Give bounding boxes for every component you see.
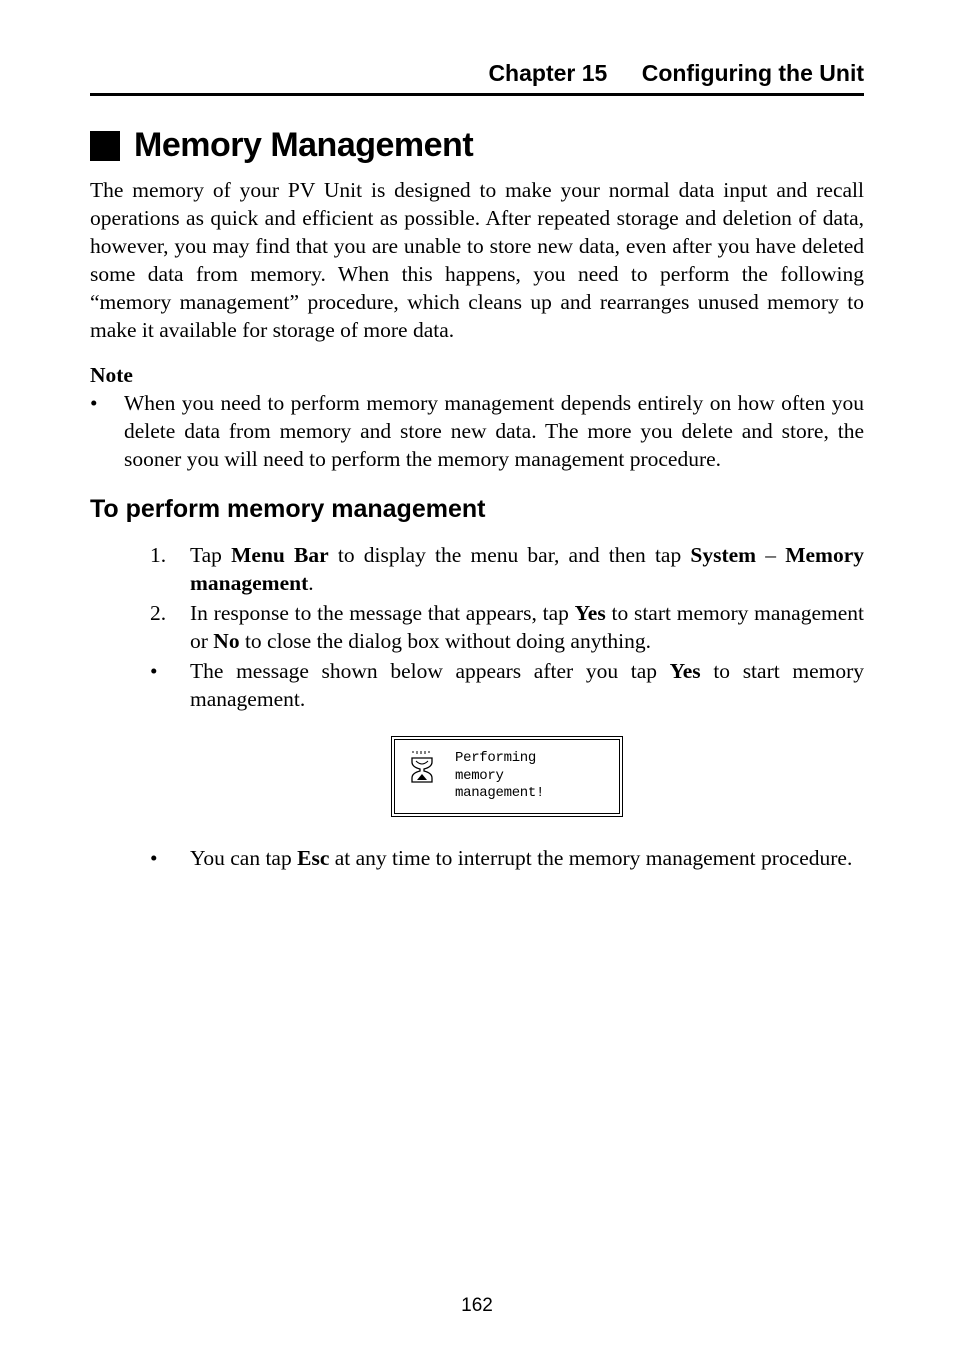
note-list: • When you need to perform memory manage… — [90, 390, 864, 474]
bullet-content: You can tap Esc at any time to interrupt… — [190, 845, 864, 873]
dialog-line-2: memory — [455, 768, 544, 786]
bullet-icon: • — [150, 658, 190, 714]
chapter-number: Chapter 15 — [488, 60, 607, 86]
steps-wrapper: 1. Tap Menu Bar to display the menu bar,… — [90, 542, 864, 872]
page-number: 162 — [0, 1295, 954, 1317]
step-number: 2. — [150, 600, 190, 656]
note-label: Note — [90, 363, 864, 388]
bullet-2: • You can tap Esc at any time to interru… — [150, 845, 864, 873]
step-number: 1. — [150, 542, 190, 598]
chapter-title: Configuring the Unit — [642, 60, 864, 86]
step-1: 1. Tap Menu Bar to display the menu bar,… — [150, 542, 864, 598]
bullet-content: The message shown below appears after yo… — [190, 658, 864, 714]
section-marker-icon — [90, 131, 120, 161]
step-content: In response to the message that appears,… — [190, 600, 864, 656]
subsection-title: To perform memory management — [90, 495, 864, 524]
intro-paragraph: The memory of your PV Unit is designed t… — [90, 177, 864, 345]
section-title: Memory Management — [134, 126, 473, 165]
hourglass-icon — [409, 750, 435, 784]
bullet-icon: • — [150, 845, 190, 873]
note-item: • When you need to perform memory manage… — [90, 390, 864, 474]
dialog-text: Performing memory management! — [455, 750, 544, 803]
bullet-1: • The message shown below appears after … — [150, 658, 864, 714]
section-title-row: Memory Management — [90, 126, 864, 165]
step-2: 2. In response to the message that appea… — [150, 600, 864, 656]
step-content: Tap Menu Bar to display the menu bar, an… — [190, 542, 864, 598]
bullet-icon: • — [90, 390, 124, 474]
page-header: Chapter 15 Configuring the Unit — [90, 60, 864, 96]
dialog-line-1: Performing — [455, 750, 544, 768]
note-text: When you need to perform memory manageme… — [124, 390, 864, 474]
dialog-line-3: management! — [455, 785, 544, 803]
dialog-box: Performing memory management! — [391, 736, 623, 817]
